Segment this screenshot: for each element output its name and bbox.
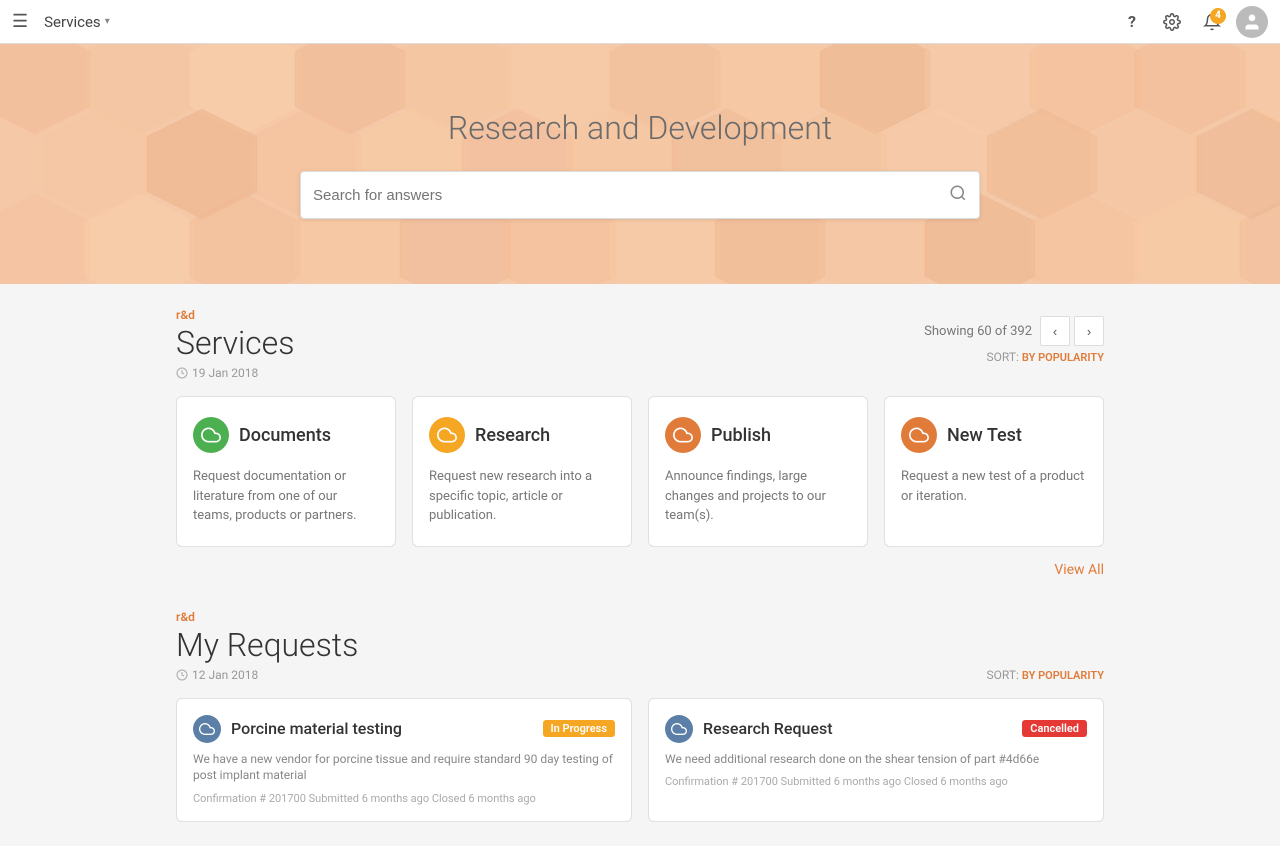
request-card-research[interactable]: Research Request Cancelled We need addit… xyxy=(648,698,1104,823)
card-desc-research: Request new research into a specific top… xyxy=(429,467,615,526)
services-header-left: r&d Services 19 Jan 2018 xyxy=(176,308,294,380)
card-header: New Test xyxy=(901,417,1087,453)
services-header-row: r&d Services 19 Jan 2018 Showing 60 of 3… xyxy=(176,308,1104,380)
requests-section-label: r&d xyxy=(176,610,358,624)
requests-section: r&d My Requests 12 Jan 2018 SORT: BY POP… xyxy=(176,610,1104,823)
main-content: r&d Services 19 Jan 2018 Showing 60 of 3… xyxy=(160,284,1120,846)
prev-page-button[interactable]: ‹ xyxy=(1040,316,1070,346)
requests-sort-value[interactable]: BY POPULARITY xyxy=(1022,669,1104,682)
request-title-row: Porcine material testing xyxy=(193,715,402,743)
services-section-title: Services xyxy=(176,324,294,362)
request-badge-research: Cancelled xyxy=(1022,720,1087,737)
services-section: r&d Services 19 Jan 2018 Showing 60 of 3… xyxy=(176,308,1104,578)
requests-section-date: 12 Jan 2018 xyxy=(176,668,358,682)
request-badge-porcine: In Progress xyxy=(543,720,615,737)
requests-header-right: SORT: BY POPULARITY xyxy=(987,668,1104,682)
card-desc-documents: Request documentation or literature from… xyxy=(193,467,379,526)
hero-title: Research and Development xyxy=(0,109,1280,147)
service-card-documents[interactable]: Documents Request documentation or liter… xyxy=(176,396,396,547)
request-icon xyxy=(193,715,221,743)
services-sort-row: SORT: BY POPULARITY xyxy=(987,350,1104,364)
request-title-research: Research Request xyxy=(703,719,833,738)
brand-label: Services xyxy=(44,13,101,31)
service-card-publish[interactable]: Publish Announce findings, large changes… xyxy=(648,396,868,547)
services-header-right: Showing 60 of 392 ‹ › SORT: BY POPULARIT… xyxy=(924,316,1104,364)
clock-icon xyxy=(176,669,188,681)
cloud-small-icon xyxy=(671,721,687,737)
view-all-row: View All xyxy=(176,559,1104,578)
requests-header-left: r&d My Requests 12 Jan 2018 xyxy=(176,610,358,682)
card-icon-new-test xyxy=(901,417,937,453)
request-meta-research: Confirmation # 201700 Submitted 6 months… xyxy=(665,775,1087,788)
view-all-link[interactable]: View All xyxy=(1054,562,1104,578)
card-title-publish: Publish xyxy=(711,425,771,446)
services-section-label: r&d xyxy=(176,308,294,322)
requests-grid: Porcine material testing In Progress We … xyxy=(176,698,1104,823)
cloud-icon xyxy=(437,425,457,445)
requests-sort-row: SORT: BY POPULARITY xyxy=(987,668,1104,682)
services-showing-text: Showing 60 of 392 xyxy=(924,324,1032,339)
request-desc-porcine: We have a new vendor for porcine tissue … xyxy=(193,751,615,785)
card-header: Documents xyxy=(193,417,379,453)
service-card-new-test[interactable]: New Test Request a new test of a product… xyxy=(884,396,1104,547)
card-desc-new-test: Request a new test of a product or itera… xyxy=(901,467,1087,506)
request-desc-research: We need additional research done on the … xyxy=(665,751,1087,768)
search-input[interactable] xyxy=(313,187,949,204)
request-card-porcine[interactable]: Porcine material testing In Progress We … xyxy=(176,698,632,823)
sort-value[interactable]: BY POPULARITY xyxy=(1022,351,1104,364)
help-button[interactable]: ? xyxy=(1116,6,1148,38)
card-icon-documents xyxy=(193,417,229,453)
card-title-research: Research xyxy=(475,425,550,446)
person-icon xyxy=(1242,12,1262,32)
cloud-icon xyxy=(673,425,693,445)
request-card-header: Porcine material testing In Progress xyxy=(193,715,615,743)
cloud-small-icon xyxy=(199,721,215,737)
card-title-documents: Documents xyxy=(239,425,331,446)
hamburger-menu[interactable]: ☰ xyxy=(12,11,28,32)
requests-header-row: r&d My Requests 12 Jan 2018 SORT: BY POP… xyxy=(176,610,1104,682)
brand-chevron-icon: ▾ xyxy=(105,16,110,27)
card-icon-publish xyxy=(665,417,701,453)
notifications-button[interactable]: 4 xyxy=(1196,6,1228,38)
hero-section: Research and Development xyxy=(0,44,1280,284)
help-icon: ? xyxy=(1128,12,1136,31)
brand-dropdown[interactable]: Services ▾ xyxy=(44,13,110,31)
search-bar xyxy=(300,171,980,219)
services-cards-grid: Documents Request documentation or liter… xyxy=(176,396,1104,547)
topbar: ☰ Services ▾ ? 4 xyxy=(0,0,1280,44)
search-icon xyxy=(949,184,967,202)
notification-badge: 4 xyxy=(1210,8,1226,24)
card-header: Publish xyxy=(665,417,851,453)
cloud-icon xyxy=(201,425,221,445)
clock-icon xyxy=(176,367,188,379)
card-header: Research xyxy=(429,417,615,453)
card-desc-publish: Announce findings, large changes and pro… xyxy=(665,467,851,526)
request-card-header: Research Request Cancelled xyxy=(665,715,1087,743)
gear-icon xyxy=(1163,13,1181,31)
services-pagination: ‹ › xyxy=(1040,316,1104,346)
request-icon xyxy=(665,715,693,743)
requests-section-title: My Requests xyxy=(176,626,358,664)
services-section-date: 19 Jan 2018 xyxy=(176,366,294,380)
request-title-porcine: Porcine material testing xyxy=(231,719,402,738)
service-card-research[interactable]: Research Request new research into a spe… xyxy=(412,396,632,547)
sort-label: SORT: xyxy=(987,350,1019,364)
user-avatar[interactable] xyxy=(1236,6,1268,38)
cloud-icon xyxy=(909,425,929,445)
request-meta-porcine: Confirmation # 201700 Submitted 6 months… xyxy=(193,792,615,805)
card-title-new-test: New Test xyxy=(947,425,1022,446)
hero-content: Research and Development xyxy=(0,109,1280,219)
next-page-button[interactable]: › xyxy=(1074,316,1104,346)
settings-button[interactable] xyxy=(1156,6,1188,38)
request-title-row: Research Request xyxy=(665,715,833,743)
search-button[interactable] xyxy=(949,184,967,207)
card-icon-research xyxy=(429,417,465,453)
requests-sort-label: SORT: xyxy=(987,668,1019,682)
topbar-actions: ? 4 xyxy=(1116,6,1268,38)
